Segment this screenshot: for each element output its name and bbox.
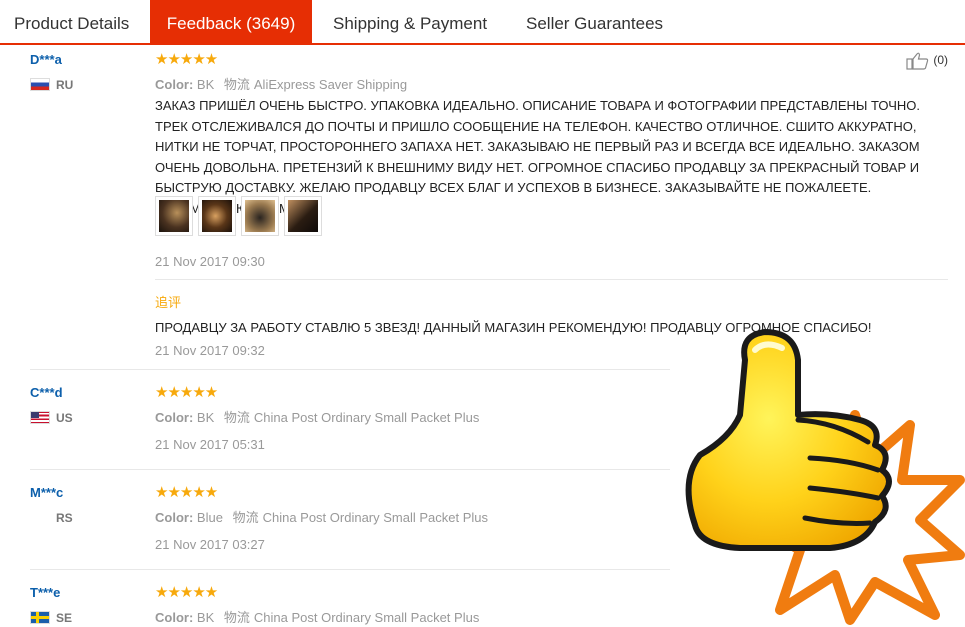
review-separator (30, 469, 670, 470)
review-photos (155, 196, 327, 236)
reviewer-name: M***c (30, 485, 64, 500)
review-photo[interactable] (284, 196, 322, 236)
review-attributes: Color: BK 物流 China Post Ordinary Small Pa… (155, 410, 480, 425)
tab-shipping-payment[interactable]: Shipping & Payment (333, 0, 487, 43)
review-attributes: Color: Blue 物流 China Post Ordinary Small … (155, 510, 489, 525)
thumbs-up-burst-icon (685, 329, 965, 625)
reviewer-country: SE (30, 611, 72, 625)
tab-feedback[interactable]: Feedback (3649) (150, 0, 312, 45)
shipping-method: China Post Ordinary Small Packet Plus (262, 510, 489, 525)
like-button[interactable]: (0) (906, 52, 948, 70)
usa-flag-icon (30, 411, 50, 424)
color-value: BK (196, 410, 215, 425)
shipping-method: China Post Ordinary Small Packet Plus (253, 410, 480, 425)
color-value: Blue (196, 510, 223, 525)
like-count: (0) (933, 53, 949, 68)
star-rating: ★★★★★ (155, 484, 218, 501)
star-rating: ★★★★★ (155, 584, 218, 601)
russia-flag-icon (30, 78, 50, 91)
review-date: 21 Nov 2017 05:31 (155, 437, 265, 452)
tab-seller-guarantees[interactable]: Seller Guarantees (526, 0, 663, 43)
review-attributes: Color: BK 物流 China Post Ordinary Small Pa… (155, 610, 480, 625)
review-separator (30, 569, 670, 570)
append-review-label: 追评 (155, 295, 182, 310)
review-photo[interactable] (241, 196, 279, 236)
reviewer-name: D***a (30, 52, 62, 67)
reviewer-country: RU (30, 78, 73, 92)
star-rating: ★★★★★ (155, 384, 218, 401)
sweden-flag-icon (30, 611, 50, 624)
review-photo[interactable] (198, 196, 236, 236)
review-date: 21 Nov 2017 03:27 (155, 537, 265, 552)
color-value: BK (196, 77, 215, 92)
star-rating: ★★★★★ (155, 51, 218, 68)
review-date: 21 Nov 2017 09:30 (155, 254, 265, 269)
color-value: BK (196, 610, 215, 625)
append-review-date: 21 Nov 2017 09:32 (155, 343, 265, 358)
review-separator (30, 369, 670, 370)
reviewer-country: RS (56, 511, 73, 525)
tab-product-details[interactable]: Product Details (14, 0, 129, 43)
reviewer-country: US (30, 411, 73, 425)
divider (155, 279, 948, 280)
thumbs-up-icon (906, 52, 929, 70)
shipping-method: China Post Ordinary Small Packet Plus (253, 610, 480, 625)
review-photo[interactable] (155, 196, 193, 236)
tab-bar: Product Details Feedback (3649) Shipping… (0, 0, 965, 45)
review-attributes: Color: BK 物流 AliExpress Saver Shipping (155, 77, 408, 92)
reviewer-name: C***d (30, 385, 63, 400)
shipping-method: AliExpress Saver Shipping (253, 77, 408, 92)
reviewer-name: T***e (30, 585, 61, 600)
